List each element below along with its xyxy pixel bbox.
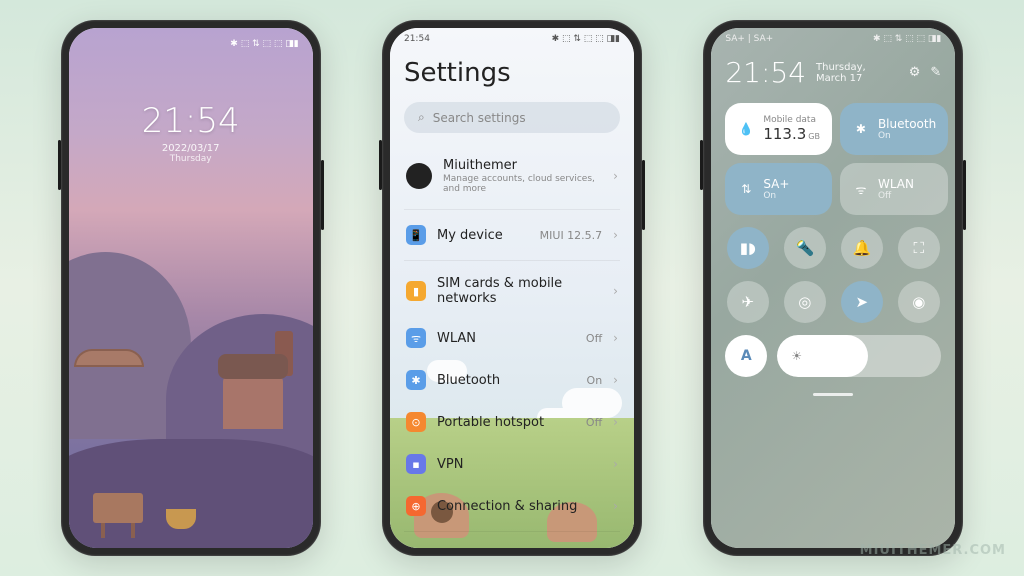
toggle-vibrate[interactable]: ▮◗ — [727, 227, 769, 269]
toggle-flashlight[interactable]: 🔦 — [784, 227, 826, 269]
edit-icon[interactable]: ✎ — [930, 65, 941, 80]
settings-row-bluetooth[interactable]: ✱ Bluetooth On › — [404, 359, 620, 401]
status-icons: ✱ ⬚ ⇅ ⬚ ⬚ ◨▮ — [873, 34, 941, 44]
chevron-right-icon: › — [613, 331, 618, 345]
row-value: On — [587, 374, 603, 387]
wallpaper-illustration: ✱ ⬚ ⇅ ⬚ ⬚ ◨▮ 21:54 2022/03/17 Thursday — [69, 28, 313, 548]
brightness-icon: ☀ — [791, 349, 802, 363]
bluetooth-icon: ✱ — [852, 120, 870, 138]
device-icon: 📱 — [406, 225, 426, 245]
wifi-icon: ᯤ — [406, 328, 426, 348]
chevron-right-icon: › — [613, 228, 618, 242]
account-subtitle: Manage accounts, cloud services, and mor… — [443, 174, 602, 194]
toggle-screenshot[interactable]: ⛶ — [898, 227, 940, 269]
wallpaper-house — [223, 374, 283, 429]
chevron-right-icon: › — [613, 415, 618, 429]
screenshot-icon: ⛶ — [914, 239, 925, 257]
divider — [404, 260, 620, 261]
tile-sa[interactable]: ⇅ SA+On — [725, 163, 832, 215]
tile-bluetooth[interactable]: ✱ BluetoothOn — [840, 103, 948, 155]
settings-row-hotspot[interactable]: ⊙ Portable hotspot Off › — [404, 401, 620, 443]
water-drop-icon: 💧 — [737, 120, 755, 138]
wallpaper-table — [93, 493, 143, 523]
location-icon: ➤ — [856, 293, 869, 311]
toggle-lock[interactable]: ◎ — [784, 281, 826, 323]
chevron-right-icon: › — [613, 499, 618, 513]
settings-row-vpn[interactable]: ▪ VPN › — [404, 443, 620, 485]
connection-icon: ⊕ — [406, 496, 426, 516]
search-icon: ⌕ — [418, 110, 425, 125]
lock-rotation-icon: ◎ — [798, 293, 811, 311]
toggle-dnd[interactable]: 🔔 — [841, 227, 883, 269]
settings-row-wallpaper[interactable]: ▣ Wallpaper & personalization › — [404, 536, 620, 548]
chevron-right-icon: › — [613, 169, 618, 183]
phone-control-center: SA+ | SA+ ✱ ⬚ ⇅ ⬚ ⬚ ◨▮ 21:54 Thursday, M… — [703, 20, 963, 556]
avatar — [406, 163, 432, 189]
eye-icon: ◉ — [912, 293, 925, 311]
wallpaper-bridge — [74, 349, 144, 367]
account-row[interactable]: Miuithemer Manage accounts, cloud servic… — [404, 147, 620, 205]
settings-row-my-device[interactable]: 📱 My device MIUI 12.5.7 › — [404, 214, 620, 256]
row-value: MIUI 12.5.7 — [540, 229, 603, 242]
bell-icon: 🔔 — [852, 239, 871, 257]
vibrate-icon: ▮◗ — [740, 239, 756, 257]
lock-day: Thursday — [69, 154, 313, 164]
settings-row-sim[interactable]: ▮ SIM cards & mobile networks › — [404, 265, 620, 317]
toggle-location[interactable]: ➤ — [841, 281, 883, 323]
lock-clock: 21:54 2022/03/17 Thursday — [69, 101, 313, 164]
control-center-screen[interactable]: SA+ | SA+ ✱ ⬚ ⇅ ⬚ ⬚ ◨▮ 21:54 Thursday, M… — [711, 28, 955, 548]
settings-row-connection[interactable]: ⊕ Connection & sharing › — [404, 485, 620, 527]
brightness-slider[interactable]: ☀ — [777, 335, 941, 377]
divider — [404, 531, 620, 532]
vpn-icon: ▪ — [406, 454, 426, 474]
tile-wlan[interactable]: ᯤ WLANOff — [840, 163, 948, 215]
flashlight-icon: 🔦 — [795, 239, 814, 257]
row-value: Off — [586, 416, 602, 429]
status-sim: SA+ | SA+ — [725, 34, 773, 44]
cc-date: Thursday, March 17 — [816, 62, 899, 84]
toggle-eye[interactable]: ◉ — [898, 281, 940, 323]
page-title: Settings — [404, 58, 620, 88]
row-value: Off — [586, 332, 602, 345]
cc-time: 21:54 — [725, 56, 806, 89]
settings-row-wlan[interactable]: ᯤ WLAN Off › — [404, 317, 620, 359]
settings-icon[interactable]: ⚙ — [909, 65, 921, 80]
toggle-airplane[interactable]: ✈ — [727, 281, 769, 323]
search-placeholder: Search settings — [433, 111, 526, 125]
tile-mobile-data[interactable]: 💧 Mobile data 113.3GB — [725, 103, 832, 155]
status-icons: ✱ ⬚ ⇅ ⬚ ⬚ ◨▮ — [230, 39, 298, 49]
divider — [404, 209, 620, 210]
chevron-right-icon: › — [613, 457, 618, 471]
search-input[interactable]: ⌕ Search settings — [404, 102, 620, 133]
watermark: MIUITHEMER.COM — [860, 543, 1006, 558]
bluetooth-icon: ✱ — [406, 370, 426, 390]
account-name: Miuithemer — [443, 158, 602, 173]
auto-brightness-button[interactable]: A — [725, 335, 767, 377]
cc-header: 21:54 Thursday, March 17 ⚙ ✎ — [725, 56, 941, 89]
chevron-right-icon: › — [613, 373, 618, 387]
phone-settings: 21:54 ✱ ⬚ ⇅ ⬚ ⬚ ◨▮ Settings ⌕ Search set… — [382, 20, 642, 556]
status-bar: ✱ ⬚ ⇅ ⬚ ⬚ ◨▮ — [69, 34, 313, 54]
hotspot-icon: ⊙ — [406, 412, 426, 432]
drag-handle[interactable] — [813, 393, 853, 396]
data-arrows-icon: ⇅ — [737, 180, 755, 198]
sim-icon: ▮ — [406, 281, 426, 301]
airplane-icon: ✈ — [742, 293, 755, 311]
lock-time: 21:54 — [69, 101, 313, 141]
lock-date: 2022/03/17 — [69, 143, 313, 154]
lockscreen: ✱ ⬚ ⇅ ⬚ ⬚ ◨▮ 21:54 2022/03/17 Thursday — [69, 28, 313, 548]
wallpaper-hills — [69, 236, 313, 548]
phone-lockscreen: ✱ ⬚ ⇅ ⬚ ⬚ ◨▮ 21:54 2022/03/17 Thursday — [61, 20, 321, 556]
settings-screen[interactable]: 21:54 ✱ ⬚ ⇅ ⬚ ⬚ ◨▮ Settings ⌕ Search set… — [390, 28, 634, 548]
wifi-icon: ᯤ — [852, 180, 870, 198]
chevron-right-icon: › — [613, 284, 618, 298]
